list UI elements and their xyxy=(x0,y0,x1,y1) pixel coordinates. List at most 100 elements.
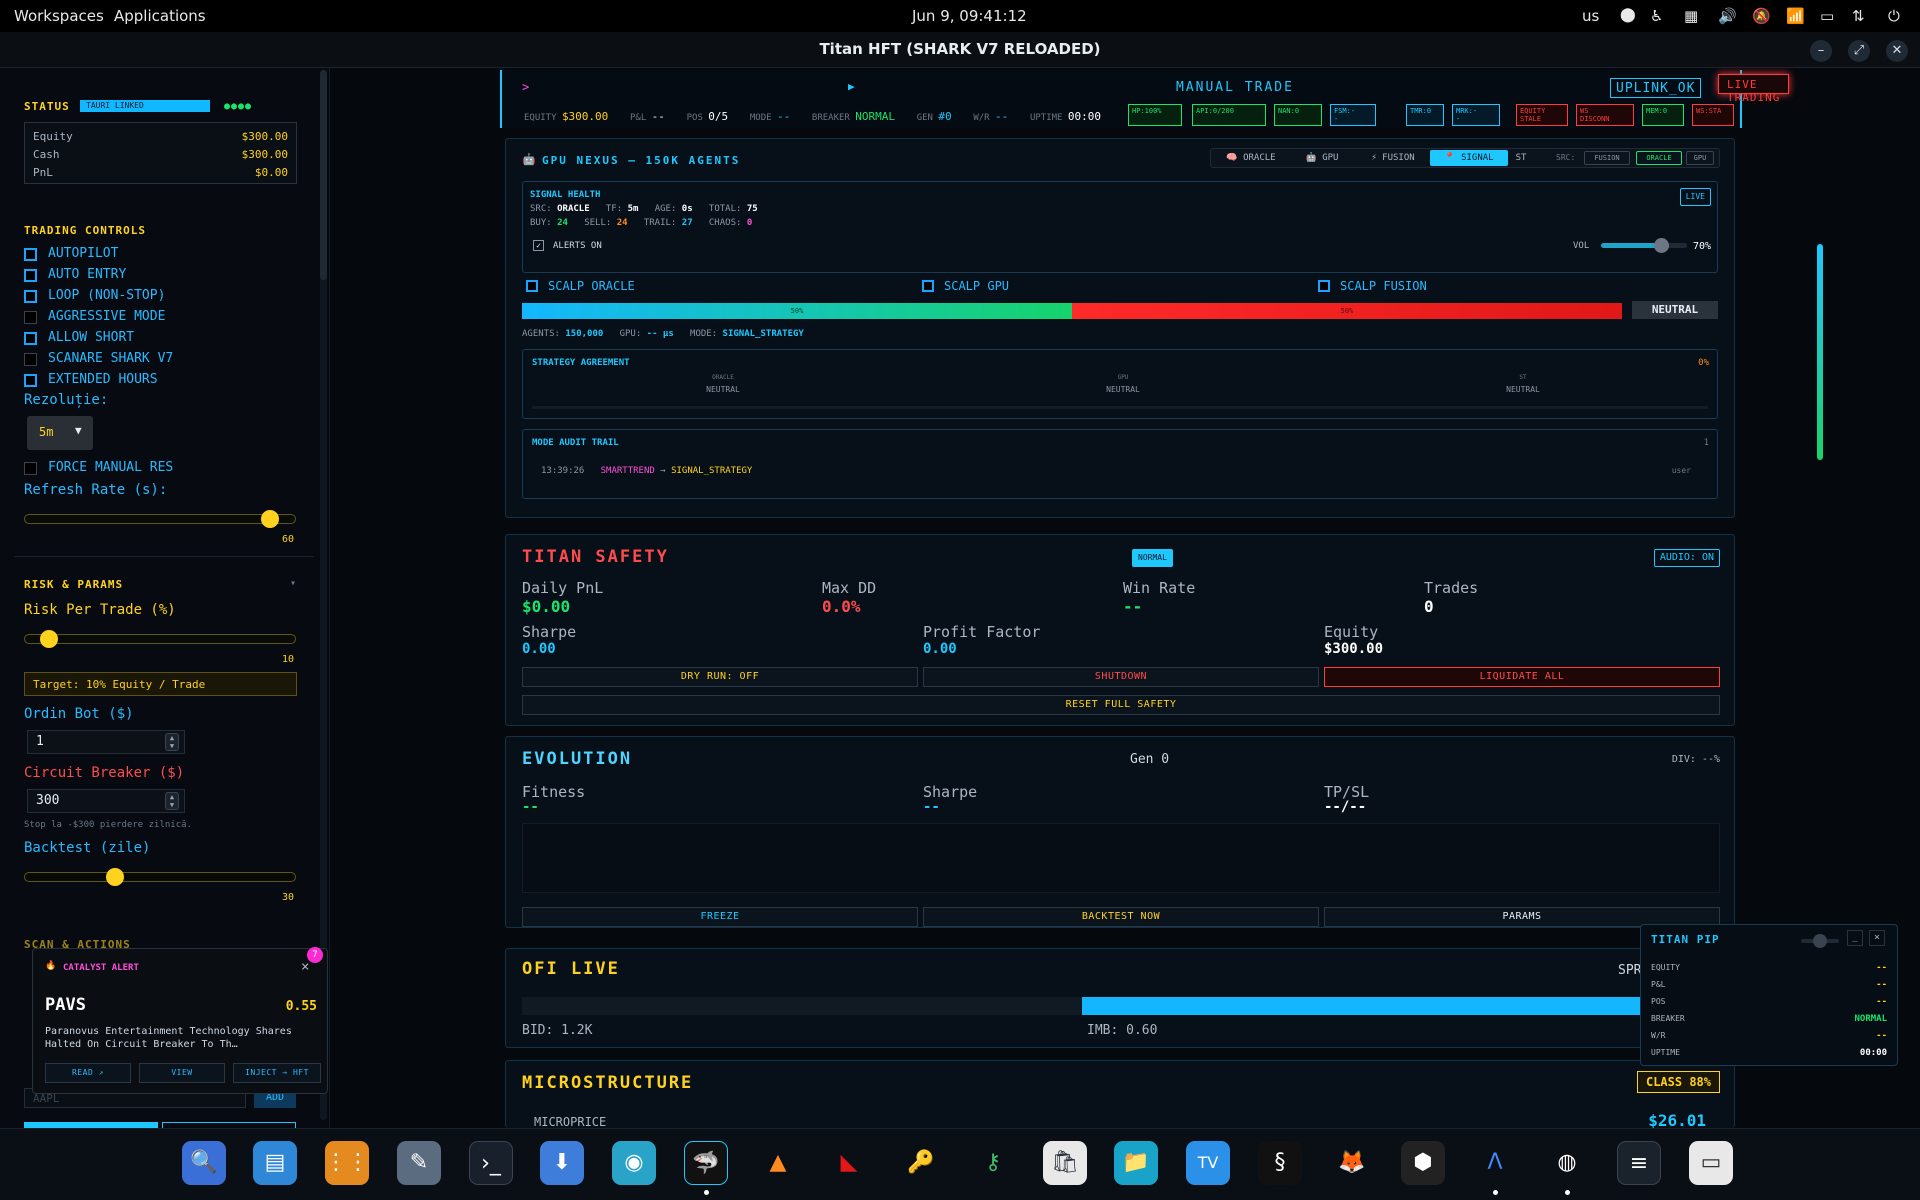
buy-value: 24 xyxy=(557,218,568,228)
microprice-label: MICROPRICE xyxy=(534,1115,607,1129)
close-window-button[interactable]: ✕ xyxy=(1886,40,1908,62)
shutdown-button[interactable]: SHUTDOWN xyxy=(923,667,1319,687)
hdr-pos-value: 0/5 xyxy=(708,110,729,123)
refresh-rate-slider[interactable] xyxy=(24,510,296,528)
pip-opacity-knob[interactable] xyxy=(1813,934,1827,948)
vol-knob[interactable] xyxy=(1654,238,1670,253)
minimize-button[interactable]: – xyxy=(1810,40,1832,62)
status-chip: API:0/200 xyxy=(1192,104,1266,126)
play-icon[interactable]: ▶ xyxy=(848,80,855,93)
password-key-icon[interactable]: ⚷ xyxy=(971,1141,1015,1185)
vlc-icon[interactable]: ▲ xyxy=(756,1141,800,1185)
risk-per-trade-slider[interactable] xyxy=(24,630,296,648)
nexus-tab[interactable]: ST xyxy=(1506,150,1536,166)
nexus-tab[interactable]: ⚡ FUSION xyxy=(1358,150,1428,166)
nexus-tab[interactable]: 🤖 GPU xyxy=(1290,150,1354,166)
installer-icon[interactable]: ⬇ xyxy=(540,1141,584,1185)
ordin-bot-stepper[interactable]: ▲ ▼ xyxy=(165,733,179,751)
workspaces-menu[interactable]: Workspaces xyxy=(14,7,104,25)
sharpe-value: 0.00 xyxy=(522,641,556,657)
firefox-icon[interactable]: 🦊 xyxy=(1330,1141,1374,1185)
chrome-app-window-icon[interactable]: ▭ xyxy=(1689,1141,1733,1185)
ordin-bot-input[interactable]: 1 xyxy=(27,730,185,754)
maximize-button[interactable]: ⤢ xyxy=(1848,40,1870,62)
volume-icon[interactable]: 🔊 xyxy=(1718,7,1737,25)
backtest-slider[interactable] xyxy=(24,868,296,886)
manual-trade-label[interactable]: MANUAL TRADE xyxy=(1176,80,1294,95)
workspaces-app-icon[interactable]: ▤ xyxy=(253,1141,297,1185)
window-layout-icon[interactable]: ▦ xyxy=(1684,7,1698,25)
text-editor-icon[interactable]: ✎ xyxy=(397,1141,441,1185)
toggle-app-icon[interactable]: ◉ xyxy=(612,1141,656,1185)
search-app-icon[interactable]: 🔍 xyxy=(182,1141,226,1185)
catalyst-inject-button[interactable]: INJECT → HFT xyxy=(233,1063,321,1083)
collapse-arrow-icon[interactable]: ▾ xyxy=(290,578,296,589)
clock[interactable]: Jun 9, 09:41:12 xyxy=(912,7,1027,25)
resolution-select[interactable]: 5m ▼ xyxy=(27,416,93,450)
cube-app-icon[interactable]: ⬢ xyxy=(1401,1141,1445,1185)
notifications-off-icon[interactable]: 🔕 xyxy=(1752,7,1771,25)
pip-minimize-button[interactable]: _ xyxy=(1847,930,1863,946)
scalp-checkbox[interactable] xyxy=(922,280,934,292)
src-option[interactable]: ORACLE xyxy=(1636,151,1682,165)
header-strip: > ▶ MANUAL TRADE UPLINK_OK LIVE TRADING … xyxy=(500,70,1790,128)
app-grid-icon[interactable]: ⋮⋮ xyxy=(325,1141,369,1185)
liquidate-all-button[interactable]: LIQUIDATE ALL xyxy=(1324,667,1720,687)
tv-icon[interactable]: TV xyxy=(1186,1141,1230,1185)
main-scroll-thumb[interactable] xyxy=(1817,244,1823,460)
alerts-checkbox[interactable]: ✓ xyxy=(533,240,544,251)
titan-hft-icon[interactable]: 🦈 xyxy=(684,1141,728,1185)
chrome-icon[interactable]: ◍ xyxy=(1545,1141,1589,1185)
titan-pip-widget[interactable]: TITAN PIP _ × EQUITY -- P&L -- POS -- BREAKER N… xyxy=(1640,924,1898,1066)
src-option[interactable]: GPU xyxy=(1686,151,1714,165)
risk-params-title[interactable]: RISK & PARAMS xyxy=(24,578,123,591)
risk-per-trade-knob[interactable] xyxy=(40,630,59,648)
accessibility-icon[interactable]: ♿ xyxy=(1650,7,1663,25)
editor-window-icon[interactable]: ≡ xyxy=(1617,1141,1661,1185)
battery-icon[interactable]: ▭ xyxy=(1820,7,1834,25)
control-checkbox[interactable] xyxy=(24,248,37,261)
files-icon[interactable]: 📁 xyxy=(1114,1141,1158,1185)
circuit-breaker-stepper[interactable]: ▲ ▼ xyxy=(165,792,179,810)
dry-run-button[interactable]: DRY RUN: OFF xyxy=(522,667,918,687)
snake-app-icon[interactable]: § xyxy=(1258,1141,1302,1185)
control-checkbox[interactable] xyxy=(24,332,37,345)
refresh-rate-knob[interactable] xyxy=(261,510,280,528)
catalyst-view-button[interactable]: VIEW xyxy=(139,1063,225,1083)
catalyst-read-button[interactable]: READ ↗ xyxy=(45,1063,131,1083)
arc-app-icon[interactable]: Λ xyxy=(1473,1141,1517,1185)
nexus-tab[interactable]: 📍 SIGNAL xyxy=(1430,150,1508,166)
control-checkbox[interactable] xyxy=(24,269,37,282)
backtest-knob[interactable] xyxy=(106,868,125,886)
pip-close-button[interactable]: × xyxy=(1869,930,1885,946)
audio-toggle[interactable]: AUDIO: ON xyxy=(1653,549,1720,567)
catalyst-close-icon[interactable]: × xyxy=(301,959,309,975)
control-checkbox[interactable] xyxy=(24,374,37,387)
key-icon[interactable]: 🔑 xyxy=(899,1141,943,1185)
scalp-checkbox[interactable] xyxy=(1318,280,1330,292)
applications-menu[interactable]: Applications xyxy=(114,7,206,25)
circuit-breaker-input[interactable]: 300 xyxy=(27,789,185,813)
control-checkbox[interactable] xyxy=(24,353,37,366)
control-checkbox[interactable] xyxy=(24,290,37,303)
store-icon[interactable]: 🛍 xyxy=(1043,1141,1087,1185)
freeze-button[interactable]: FREEZE xyxy=(522,907,918,927)
reset-safety-button[interactable]: RESET FULL SAFETY xyxy=(522,695,1720,715)
nexus-tab[interactable]: 🧠 ORACLE xyxy=(1216,150,1286,166)
network-icon[interactable]: ⇅ xyxy=(1852,7,1865,25)
app-indicator-icon[interactable]: ⬤ xyxy=(1620,7,1636,23)
control-checkbox[interactable] xyxy=(24,311,37,324)
wifi-icon[interactable]: 📶 xyxy=(1786,7,1805,25)
vol-slider[interactable] xyxy=(1601,238,1687,253)
sell-side-fill: 50% xyxy=(1072,303,1622,319)
rog-icon[interactable]: ◣ xyxy=(827,1141,871,1185)
scalp-checkbox[interactable] xyxy=(526,280,538,292)
backtest-now-button[interactable]: BACKTEST NOW xyxy=(923,907,1319,927)
terminal-icon[interactable]: ›_ xyxy=(469,1141,513,1185)
sidebar-scroll-thumb[interactable] xyxy=(320,70,327,280)
power-icon[interactable]: ⏻ xyxy=(1888,7,1900,25)
force-manual-checkbox[interactable] xyxy=(24,462,37,475)
src-option[interactable]: FUSION xyxy=(1584,151,1630,165)
keyboard-layout[interactable]: us xyxy=(1582,7,1599,25)
pip-opacity-slider[interactable] xyxy=(1801,934,1839,948)
